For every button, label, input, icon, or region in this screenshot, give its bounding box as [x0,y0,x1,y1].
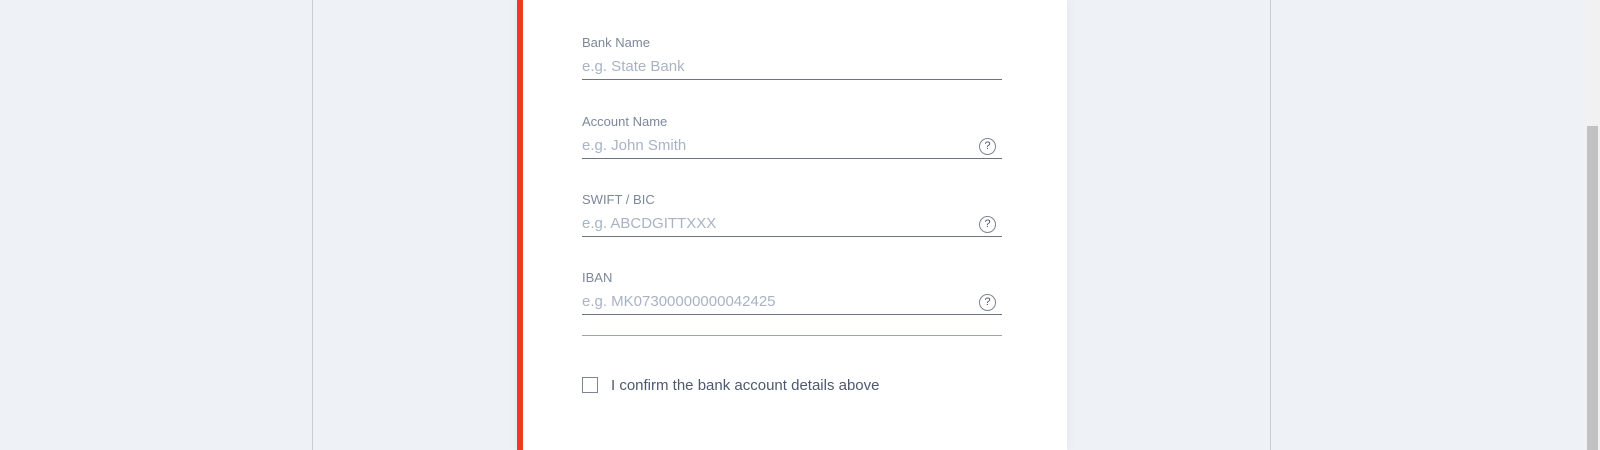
bank-name-label: Bank Name [582,35,650,50]
iban-input[interactable] [582,290,962,312]
account-name-help-icon[interactable]: ? [979,138,996,155]
left-guide-line [312,0,313,450]
vertical-scrollbar[interactable] [1585,0,1600,450]
account-name-field: Account Name ? [582,114,1002,159]
bank-name-input[interactable] [582,55,962,77]
bank-details-card: Bank Name Account Name ? SWIFT / BIC ? I… [517,0,1067,450]
confirm-label: I confirm the bank account details above [611,376,880,394]
right-guide-line [1270,0,1271,450]
swift-bic-help-icon[interactable]: ? [979,216,996,233]
swift-bic-field: SWIFT / BIC ? [582,192,1002,237]
confirm-details-row[interactable]: I confirm the bank account details above [582,376,880,394]
page: Bank Name Account Name ? SWIFT / BIC ? I… [0,0,1600,450]
iban-help-icon[interactable]: ? [979,294,996,311]
scrollbar-thumb[interactable] [1587,126,1598,450]
confirm-checkbox[interactable] [582,377,598,393]
section-divider [582,335,1002,336]
bank-name-field: Bank Name [582,35,1002,80]
swift-bic-label: SWIFT / BIC [582,192,655,207]
swift-bic-input[interactable] [582,212,962,234]
iban-label: IBAN [582,270,613,285]
account-name-label: Account Name [582,114,668,129]
iban-field: IBAN ? [582,270,1002,315]
card-accent-bar [517,0,523,450]
account-name-input[interactable] [582,134,962,156]
